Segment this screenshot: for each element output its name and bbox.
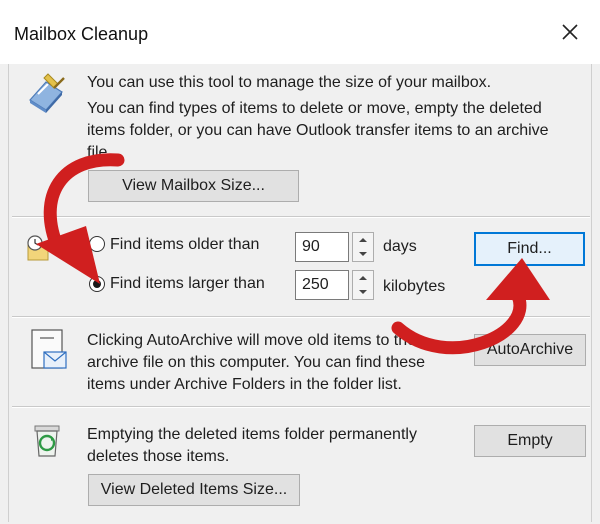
title-bar: Mailbox Cleanup xyxy=(0,0,600,64)
autoarchive-button[interactable]: AutoArchive xyxy=(474,334,586,366)
view-deleted-items-size-button[interactable]: View Deleted Items Size... xyxy=(88,474,300,506)
close-icon xyxy=(562,24,578,40)
separator xyxy=(12,216,590,218)
spin-down-icon xyxy=(359,290,367,294)
days-unit-label: days xyxy=(383,238,417,255)
empty-button[interactable]: Empty xyxy=(474,425,586,457)
spin-down-button[interactable] xyxy=(353,247,373,261)
size-description-line-3: items folder, or you can have Outlook tr… xyxy=(87,122,549,139)
larger-than-kb-input[interactable] xyxy=(295,270,349,300)
dialog-title: Mailbox Cleanup xyxy=(14,24,149,44)
kilobytes-unit-label: kilobytes xyxy=(383,278,446,295)
find-larger-radio[interactable] xyxy=(89,276,105,292)
autoarchive-description-line-1: Clicking AutoArchive will move old items… xyxy=(87,332,417,349)
view-mailbox-size-button[interactable]: View Mailbox Size... xyxy=(88,170,299,202)
close-button[interactable] xyxy=(550,12,590,52)
spin-up-button[interactable] xyxy=(353,271,373,285)
autoarchive-envelope-icon xyxy=(31,329,67,369)
find-older-label: Find items older than xyxy=(110,236,260,253)
spin-up-icon xyxy=(359,238,367,242)
autoarchive-description-line-3: items under Archive Folders in the folde… xyxy=(87,376,402,393)
size-description-line-2: You can find types of items to delete or… xyxy=(87,100,542,117)
find-button[interactable]: Find... xyxy=(474,232,585,266)
spin-up-icon xyxy=(359,276,367,280)
mailbox-cleanup-icon xyxy=(29,73,65,113)
deleted-description-line-2: deletes those items. xyxy=(87,448,230,465)
older-than-days-input[interactable] xyxy=(295,232,349,262)
older-than-spinner[interactable] xyxy=(352,232,374,262)
clock-calendar-icon xyxy=(27,235,49,261)
size-description-line-1: You can use this tool to manage the size… xyxy=(87,74,492,91)
find-larger-label: Find items larger than xyxy=(110,275,265,292)
size-description-line-4: file. xyxy=(87,144,112,161)
spin-down-button[interactable] xyxy=(353,285,373,299)
autoarchive-description-line-2: archive file on this computer. You can f… xyxy=(87,354,425,371)
recycle-bin-icon xyxy=(34,425,60,457)
spin-up-button[interactable] xyxy=(353,233,373,247)
separator xyxy=(12,406,590,408)
find-older-radio[interactable] xyxy=(89,236,105,252)
mailbox-cleanup-dialog: Mailbox Cleanup You can use this tool to… xyxy=(0,0,600,524)
separator xyxy=(12,316,590,318)
spin-down-icon xyxy=(359,252,367,256)
larger-than-spinner[interactable] xyxy=(352,270,374,300)
deleted-description-line-1: Emptying the deleted items folder perman… xyxy=(87,426,417,443)
